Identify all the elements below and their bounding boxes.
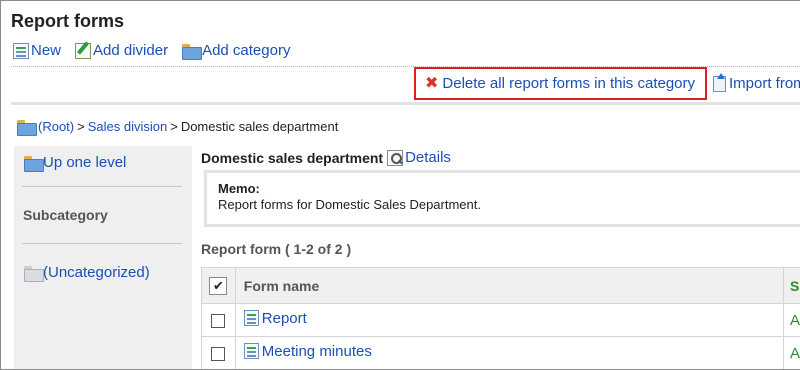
import-label: Import from bbox=[729, 75, 800, 92]
row-check-cell bbox=[201, 303, 236, 337]
breadcrumb-root[interactable]: (Root) bbox=[38, 119, 74, 134]
sidebar-divider bbox=[22, 243, 182, 244]
delete-all-button[interactable]: ✖ Delete all report forms in this catego… bbox=[414, 67, 707, 100]
magnifier-details-icon bbox=[387, 149, 404, 166]
report-form-heading: Report form ( 1-2 of 2 ) bbox=[201, 241, 352, 257]
breadcrumb-sales-division[interactable]: Sales division bbox=[88, 119, 168, 134]
report-form-icon bbox=[243, 343, 259, 360]
form-link[interactable]: Meeting minutes bbox=[243, 342, 372, 360]
up-one-level-link[interactable]: Up one level bbox=[24, 154, 127, 172]
toolbar-divider bbox=[11, 102, 800, 105]
row-checkbox[interactable] bbox=[211, 313, 226, 328]
form-name: Meeting minutes bbox=[261, 342, 372, 360]
memo-text: Report forms for Domestic Sales Departme… bbox=[218, 197, 481, 212]
report-form-icon bbox=[243, 310, 259, 327]
category-toolbar: ✖ Delete all report forms in this catego… bbox=[1, 67, 800, 101]
breadcrumb: (Root) > Sales division > Domestic sales… bbox=[17, 119, 339, 136]
status-cell: A bbox=[782, 336, 800, 369]
form-name: Report bbox=[261, 309, 307, 327]
uncategorized-label: (Uncategorized) bbox=[43, 264, 150, 281]
add-category-label: Add category bbox=[202, 42, 291, 59]
add-divider-button[interactable]: Add divider bbox=[75, 42, 168, 59]
table-header-row: ✔ Form name S bbox=[201, 267, 800, 304]
report-form-table: ✔ Form name S Report A Meeting minutes A bbox=[201, 267, 800, 369]
up-one-level-label: Up one level bbox=[43, 154, 127, 171]
add-divider-icon bbox=[75, 42, 92, 59]
new-button-label: New bbox=[31, 42, 62, 59]
row-checkbox[interactable] bbox=[211, 346, 226, 361]
form-link[interactable]: Report bbox=[243, 309, 307, 327]
page-title: Report forms bbox=[11, 11, 125, 31]
action-bar: New Add divider Add category bbox=[13, 42, 291, 60]
sidebar-divider bbox=[22, 186, 182, 187]
column-header-form-name[interactable]: Form name bbox=[234, 267, 784, 304]
category-sidebar: Up one level Subcategory (Uncategorized) bbox=[14, 146, 192, 369]
import-icon bbox=[713, 72, 726, 92]
row-check-cell bbox=[201, 336, 236, 369]
memo-label: Memo: bbox=[218, 181, 260, 196]
breadcrumb-separator: > bbox=[77, 119, 85, 134]
table-row: Report A bbox=[201, 303, 800, 337]
import-button[interactable]: Import from bbox=[713, 72, 800, 92]
report-forms-screen: Report forms New Add divider Add categor… bbox=[0, 0, 800, 370]
add-category-button[interactable]: Add category bbox=[182, 42, 291, 60]
delete-icon: ✖ bbox=[425, 74, 439, 92]
new-button[interactable]: New bbox=[13, 42, 61, 59]
form-name-cell: Report bbox=[234, 303, 784, 337]
category-title: Domestic sales department Details bbox=[201, 149, 451, 166]
select-all-checkbox[interactable]: ✔ bbox=[209, 276, 228, 295]
category-name: Domestic sales department bbox=[201, 149, 384, 166]
breadcrumb-separator: > bbox=[170, 119, 178, 134]
subcategory-heading: Subcategory bbox=[23, 207, 108, 223]
select-all-cell: ✔ bbox=[201, 267, 236, 304]
folder-icon bbox=[24, 265, 44, 282]
details-link[interactable]: Details bbox=[387, 149, 451, 166]
column-header-status[interactable]: S bbox=[782, 267, 800, 304]
memo-box: Memo: Report forms for Domestic Sales De… bbox=[204, 170, 800, 227]
form-name-cell: Meeting minutes bbox=[234, 336, 784, 369]
add-divider-label: Add divider bbox=[93, 42, 169, 59]
uncategorized-link[interactable]: (Uncategorized) bbox=[24, 264, 150, 282]
folder-icon bbox=[17, 119, 37, 136]
status-cell: A bbox=[782, 303, 800, 337]
table-row: Meeting minutes A bbox=[201, 336, 800, 369]
folder-icon bbox=[182, 43, 203, 60]
details-label: Details bbox=[405, 149, 451, 166]
breadcrumb-current: Domestic sales department bbox=[180, 119, 339, 134]
delete-all-label: Delete all report forms in this category bbox=[442, 75, 696, 92]
new-form-icon bbox=[13, 42, 29, 59]
folder-up-icon bbox=[24, 155, 44, 172]
